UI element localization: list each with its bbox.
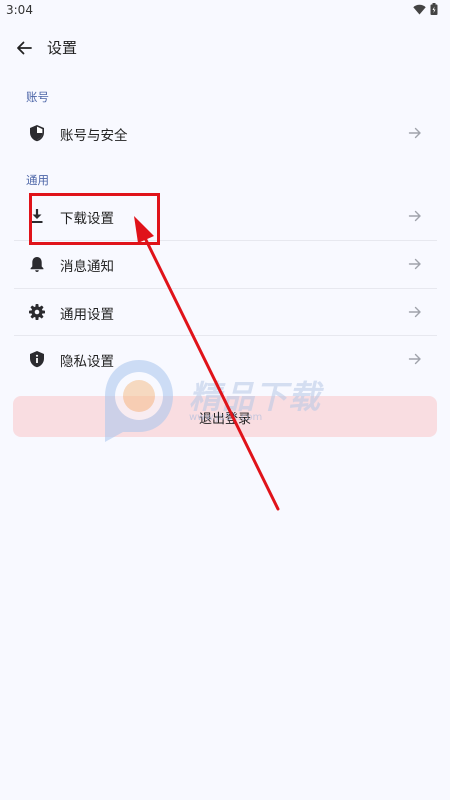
list-item-account-security[interactable]: 账号与安全: [14, 110, 437, 157]
item-label: 账号与安全: [60, 128, 128, 144]
status-bar: 3:04: [0, 0, 450, 22]
item-label: 消息通知: [60, 259, 114, 275]
privacy-shield-icon: [27, 349, 47, 369]
item-label: 下载设置: [60, 211, 114, 227]
list-item-download-settings[interactable]: 下载设置: [14, 193, 437, 240]
list-item-notifications[interactable]: 消息通知: [14, 241, 437, 288]
app-bar: 设置: [0, 26, 450, 70]
arrow-right-icon: [408, 258, 421, 270]
back-button[interactable]: [12, 36, 36, 60]
item-label: 通用设置: [60, 307, 114, 323]
page-title: 设置: [47, 39, 78, 57]
section-header-account: 账号: [26, 90, 49, 104]
list-item-general-settings[interactable]: 通用设置: [14, 289, 437, 336]
gear-icon: [27, 302, 47, 322]
watermark-logo-icon: [105, 360, 173, 442]
download-icon: [27, 206, 47, 226]
watermark-url: www.jb51.com: [189, 412, 263, 423]
status-icons: [413, 3, 438, 15]
arrow-right-icon: [408, 210, 421, 222]
arrow-left-icon: [17, 41, 32, 55]
arrow-right-icon: [408, 306, 421, 318]
arrow-right-icon: [408, 353, 421, 365]
battery-icon: [430, 3, 438, 15]
section-header-general: 通用: [26, 173, 49, 187]
arrow-right-icon: [408, 127, 421, 139]
shield-icon: [27, 123, 47, 143]
status-time: 3:04: [6, 3, 33, 17]
watermark: 精品下载 www.jb51.com: [97, 356, 357, 446]
wifi-icon: [413, 4, 426, 14]
bell-icon: [27, 254, 47, 274]
